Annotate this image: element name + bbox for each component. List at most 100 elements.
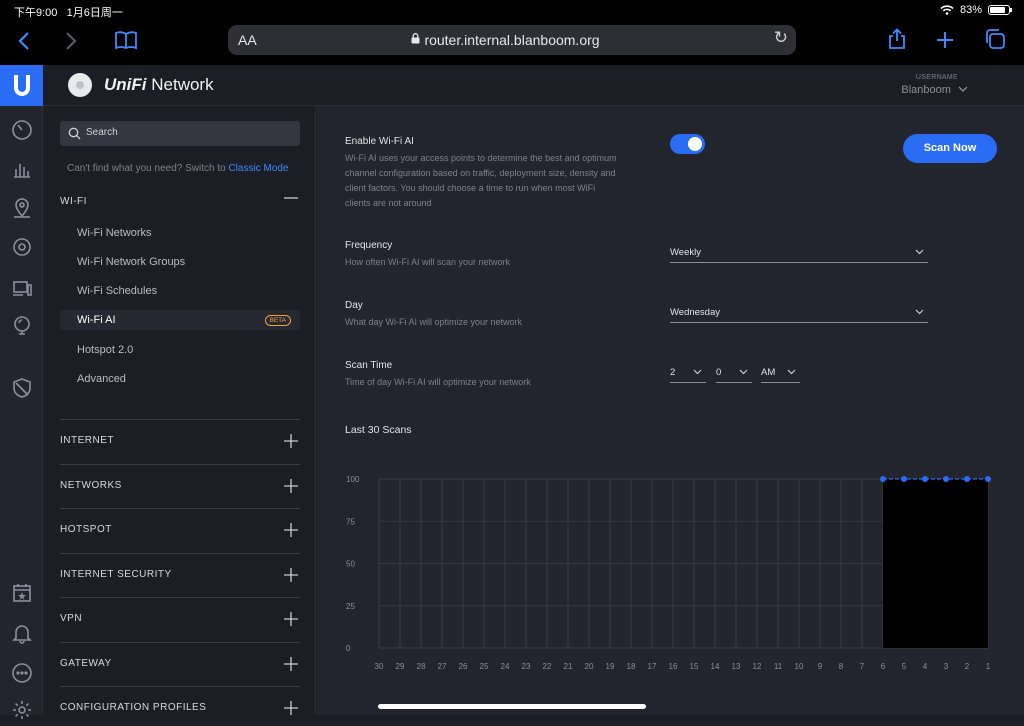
- dashboard-icon[interactable]: [11, 119, 33, 141]
- y-tick-label: 50: [346, 560, 355, 569]
- search-input[interactable]: Search: [60, 121, 300, 146]
- expand-plus-icon[interactable]: [284, 657, 298, 671]
- ubiquiti-logo-icon[interactable]: [0, 65, 43, 106]
- search-icon: [68, 127, 81, 140]
- devices-icon[interactable]: [11, 236, 33, 258]
- reload-icon[interactable]: ↻: [774, 28, 788, 48]
- sidebar-item-advanced[interactable]: Advanced: [60, 369, 300, 389]
- frequency-description: How often Wi-Fi AI will scan your networ…: [345, 257, 511, 267]
- scan-time-description: Time of day Wi-Fi AI will optimize your …: [345, 377, 531, 387]
- chevron-down-icon: [787, 369, 796, 375]
- sidebar-item-hotspot-2[interactable]: Hotspot 2.0: [60, 340, 300, 360]
- insights-icon[interactable]: [11, 314, 33, 336]
- x-tick-label: 3: [944, 662, 949, 671]
- section-vpn-label: VPN: [60, 613, 83, 624]
- section-configuration-profiles[interactable]: CONFIGURATION PROFILES: [60, 686, 300, 715]
- browser-toolbar: AA router.internal.blanboom.org ↻: [0, 22, 1024, 65]
- day-select[interactable]: Wednesday: [670, 301, 928, 323]
- settings-sidebar: Search Can't find what you need? Switch …: [43, 106, 316, 715]
- chevron-down-icon: [915, 249, 924, 255]
- notifications-bell-icon[interactable]: [11, 622, 33, 644]
- x-tick-label: 23: [522, 662, 531, 671]
- x-tick-label: 26: [459, 662, 468, 671]
- expand-plus-icon[interactable]: [284, 612, 298, 626]
- battery-percent: 83%: [959, 4, 982, 16]
- day-description: What day Wi-Fi AI will optimize your net…: [345, 317, 523, 327]
- classic-mode-link[interactable]: Classic Mode: [228, 163, 288, 174]
- sidebar-item-wifi-ai[interactable]: Wi-Fi AI BETA: [60, 310, 300, 330]
- sidebar-item-wifi-ai-label: Wi-Fi AI: [77, 314, 116, 326]
- expand-plus-icon[interactable]: [284, 523, 298, 537]
- hour-value: 2: [670, 367, 676, 378]
- brand-suffix: Network: [151, 75, 214, 94]
- enable-wifi-ai-toggle[interactable]: [670, 134, 705, 154]
- section-vpn[interactable]: VPN: [60, 597, 300, 626]
- url-text: router.internal.blanboom.org: [424, 32, 600, 48]
- x-tick-label: 28: [417, 662, 426, 671]
- section-networks-label: NETWORKS: [60, 480, 122, 491]
- back-icon[interactable]: [9, 28, 39, 58]
- sidebar-item-wifi-schedules[interactable]: Wi-Fi Schedules: [60, 281, 300, 301]
- sidebar-item-wifi-network-groups[interactable]: Wi-Fi Network Groups: [60, 252, 300, 272]
- chevron-down-icon: [693, 369, 702, 375]
- section-networks[interactable]: NETWORKS: [60, 464, 300, 493]
- app-header: UniFi Network USERNAME Blanboom: [43, 65, 1024, 106]
- hour-select[interactable]: 2: [670, 361, 706, 383]
- scan-now-button[interactable]: Scan Now: [903, 134, 997, 163]
- username-menu[interactable]: Blanboom: [901, 84, 968, 96]
- section-internet[interactable]: INTERNET: [60, 419, 300, 448]
- share-icon[interactable]: [882, 28, 912, 58]
- section-wifi[interactable]: WI-FI: [60, 188, 300, 214]
- section-hotspot[interactable]: HOTSPOT: [60, 508, 300, 537]
- clients-icon[interactable]: [11, 277, 33, 299]
- series-area: [883, 479, 988, 648]
- x-tick-label: 25: [480, 662, 489, 671]
- settings-gear-icon[interactable]: [11, 699, 33, 721]
- y-tick-label: 100: [346, 475, 360, 484]
- data-point: [964, 476, 970, 482]
- calendar-icon[interactable]: [11, 582, 33, 604]
- expand-plus-icon[interactable]: [284, 434, 298, 448]
- tabs-icon[interactable]: [980, 28, 1010, 58]
- chat-icon[interactable]: [11, 662, 33, 684]
- x-tick-label: 19: [606, 662, 615, 671]
- x-tick-label: 8: [839, 662, 844, 671]
- forward-icon[interactable]: [56, 28, 86, 58]
- username-label: USERNAME: [915, 74, 958, 81]
- frequency-select[interactable]: Weekly: [670, 241, 928, 263]
- day-value: Wednesday: [670, 307, 720, 318]
- x-tick-label: 12: [753, 662, 762, 671]
- section-internet-label: INTERNET: [60, 435, 114, 446]
- new-tab-icon[interactable]: [930, 28, 960, 58]
- y-tick-label: 75: [346, 517, 355, 526]
- icon-rail: [0, 65, 43, 719]
- expand-plus-icon[interactable]: [284, 568, 298, 582]
- map-icon[interactable]: [11, 197, 33, 219]
- section-gateway[interactable]: GATEWAY: [60, 642, 300, 671]
- address-bar[interactable]: AA router.internal.blanboom.org ↻: [228, 25, 796, 55]
- section-internet-security[interactable]: INTERNET SECURITY: [60, 553, 300, 582]
- sidebar-item-wifi-networks[interactable]: Wi-Fi Networks: [60, 223, 300, 243]
- wifi-icon: [940, 5, 954, 15]
- statistics-icon[interactable]: [11, 158, 33, 180]
- x-tick-label: 4: [923, 662, 928, 671]
- collapse-minus-icon[interactable]: [284, 191, 298, 205]
- username-value: Blanboom: [901, 84, 951, 96]
- chevron-down-icon: [958, 86, 968, 92]
- frequency-value: Weekly: [670, 247, 701, 258]
- x-tick-label: 24: [501, 662, 510, 671]
- x-tick-label: 6: [881, 662, 886, 671]
- enable-wifi-ai-label: Enable Wi-Fi AI: [345, 136, 414, 147]
- status-date: 1月6日周一: [66, 7, 123, 19]
- beta-badge: BETA: [264, 315, 291, 326]
- frequency-label: Frequency: [345, 240, 393, 251]
- security-shield-icon[interactable]: [11, 377, 33, 399]
- expand-plus-icon[interactable]: [284, 479, 298, 493]
- data-point: [943, 476, 949, 482]
- data-point: [901, 476, 907, 482]
- expand-plus-icon[interactable]: [284, 701, 298, 715]
- minute-select[interactable]: 0: [716, 361, 752, 383]
- bookmarks-icon[interactable]: [111, 28, 141, 58]
- x-tick-label: 16: [669, 662, 678, 671]
- ampm-select[interactable]: AM: [761, 361, 800, 383]
